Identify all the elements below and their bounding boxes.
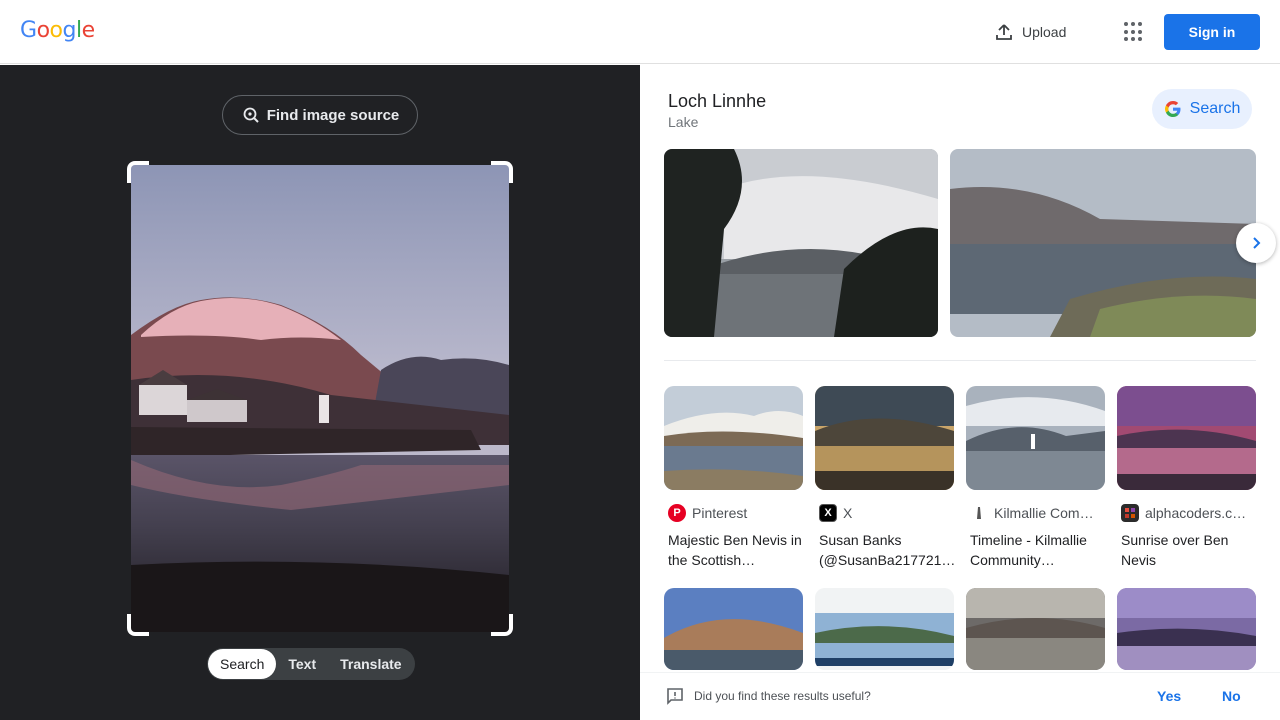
divider: [664, 360, 1256, 361]
lighthouse-icon: [970, 504, 988, 522]
result-title[interactable]: Timeline - Kilmallie Community…: [966, 530, 1105, 570]
tab-translate[interactable]: Translate: [328, 649, 413, 679]
result-card-8[interactable]: [1117, 588, 1256, 670]
feedback-icon: [667, 688, 683, 705]
entity-subtitle: Lake: [668, 114, 699, 130]
result-card-5[interactable]: [664, 588, 803, 670]
google-search-button[interactable]: Search: [1152, 89, 1252, 129]
result-source: alphacoders.c…: [1117, 504, 1256, 522]
result-card-7[interactable]: [966, 588, 1105, 670]
upload-icon: [996, 24, 1012, 40]
chevron-right-icon: [1253, 237, 1261, 249]
find-image-source-button[interactable]: Find image source: [222, 95, 418, 135]
result-thumbnail: [966, 386, 1105, 490]
feedback-no-button[interactable]: No: [1222, 688, 1241, 704]
result-source: Kilmallie Com…: [966, 504, 1105, 522]
feedback-question: Did you find these results useful?: [694, 689, 871, 703]
alphacoders-icon: [1121, 504, 1139, 522]
tab-text[interactable]: Text: [276, 649, 328, 679]
results-panel: Loch Linnhe Lake Search P Pinterest Maje…: [640, 65, 1280, 720]
logo-letter: G: [20, 18, 37, 43]
sign-in-button[interactable]: Sign in: [1164, 14, 1260, 50]
pinterest-icon: P: [668, 504, 686, 522]
google-g-icon: [1164, 101, 1181, 117]
lens-search-icon: [243, 107, 259, 123]
result-title[interactable]: Majestic Ben Nevis in the Scottish…: [664, 530, 803, 570]
result-card-1[interactable]: P Pinterest Majestic Ben Nevis in the Sc…: [664, 386, 803, 570]
logo-letter: o: [49, 18, 63, 43]
upload-label: Upload: [1022, 24, 1067, 40]
logo-letter: o: [36, 18, 50, 43]
tab-search[interactable]: Search: [208, 649, 277, 679]
google-logo[interactable]: Google: [20, 18, 95, 43]
top-bar: Google Upload Sign in: [0, 0, 1280, 64]
lens-mode-tabs: Search Text Translate: [207, 648, 415, 680]
upload-button[interactable]: Upload: [988, 16, 1072, 48]
result-card-6[interactable]: [815, 588, 954, 670]
logo-letter: e: [81, 18, 96, 43]
query-image: [131, 165, 509, 632]
result-source: P Pinterest: [664, 504, 803, 522]
result-title[interactable]: Susan Banks (@SusanBa217721…: [815, 530, 954, 570]
next-images-button[interactable]: [1236, 223, 1276, 263]
selection-frame[interactable]: [127, 161, 513, 636]
x-icon: X: [819, 504, 837, 522]
lens-panel: Find image source Search Text Translate: [0, 65, 640, 720]
feedback-bar: Did you find these results useful? Yes N…: [640, 672, 1280, 720]
result-title[interactable]: Sunrise over Ben Nevis: [1117, 530, 1256, 570]
result-source: X X: [815, 504, 954, 522]
feedback-yes-button[interactable]: Yes: [1157, 688, 1181, 704]
entity-title[interactable]: Loch Linnhe: [668, 91, 766, 112]
result-card-4[interactable]: alphacoders.c… Sunrise over Ben Nevis: [1117, 386, 1256, 570]
entity-image-1[interactable]: [664, 149, 938, 337]
find-image-source-label: Find image source: [266, 106, 400, 124]
result-thumbnail: [664, 386, 803, 490]
entity-image-2[interactable]: [950, 149, 1256, 337]
result-card-2[interactable]: X X Susan Banks (@SusanBa217721…: [815, 386, 954, 570]
result-thumbnail: [815, 386, 954, 490]
google-search-label: Search: [1189, 100, 1241, 117]
apps-grid-icon[interactable]: [1118, 18, 1146, 46]
logo-letter: g: [62, 18, 77, 43]
result-card-3[interactable]: Kilmallie Com… Timeline - Kilmallie Comm…: [966, 386, 1105, 570]
result-thumbnail: [1117, 386, 1256, 490]
